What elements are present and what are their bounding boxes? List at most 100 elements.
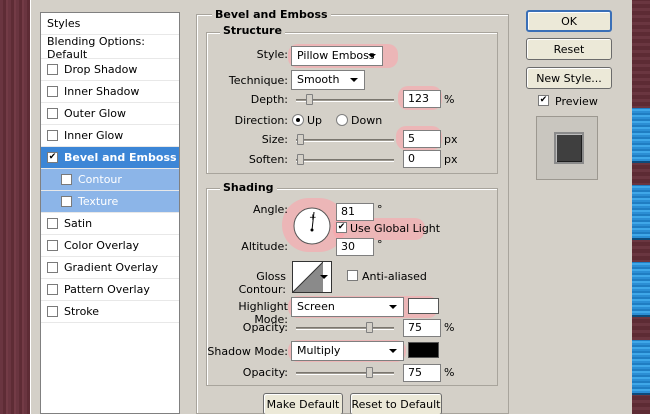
shadow-opacity-label: Opacity: [242,366,288,379]
anti-aliased-label: Anti-aliased [362,270,427,283]
depth-unit: % [444,93,455,106]
ok-button[interactable]: OK [526,10,612,32]
chevron-down-icon [320,275,328,279]
checkbox[interactable] [47,130,58,141]
style-item-pattern-overlay[interactable]: Pattern Overlay [41,279,179,301]
size-input[interactable]: 5 [403,130,441,148]
chevron-down-icon [389,349,397,353]
canvas-strip-2 [632,185,650,240]
chevron-down-icon [389,305,397,309]
depth-label: Depth: [250,93,288,106]
soften-slider[interactable] [296,159,394,162]
angle-input[interactable]: 81 [336,203,374,221]
blending-options-item[interactable]: Blending Options: Default [41,35,179,61]
checkbox[interactable] [47,86,58,97]
shadow-opacity-unit: % [444,366,455,379]
shadow-opacity-input[interactable]: 75 [403,364,441,382]
size-slider[interactable] [296,139,394,142]
new-style-button[interactable]: New Style... [526,67,612,89]
highlight-opacity-input[interactable]: 75 [403,319,441,337]
style-select[interactable]: Pillow Emboss [291,46,383,66]
direction-label: Direction: [234,114,288,127]
highlight-opacity-unit: % [444,321,455,334]
direction-up-radio[interactable] [292,114,304,126]
preview-label: Preview [555,95,598,108]
soften-label: Soften: [248,153,288,166]
checkbox[interactable] [61,174,72,185]
shadow-mode-label: Shadow Mode: [207,345,288,358]
soften-slider-thumb[interactable] [297,154,304,165]
shadow-mode-select[interactable]: Multiply [291,341,404,361]
gloss-contour-label: Gloss Contour: [238,270,286,296]
size-label: Size: [261,133,288,146]
styles-list: Styles Blending Options: Default Drop Sh… [40,12,180,414]
checkbox[interactable] [47,284,58,295]
chevron-down-icon [350,78,358,82]
reset-button[interactable]: Reset [526,38,612,60]
altitude-unit: ° [377,238,383,251]
reset-to-default-button[interactable]: Reset to Default [350,393,442,414]
checkbox[interactable] [47,306,58,317]
contour-icon [293,262,323,292]
make-default-button[interactable]: Make Default [263,393,343,414]
canvas-strip-4 [632,340,650,395]
shading-title: Shading [220,181,277,194]
highlight-mode-select[interactable]: Screen [291,297,404,317]
style-item-drop-shadow[interactable]: Drop Shadow [41,59,179,81]
angle-label: Angle: [252,203,288,216]
checkbox-checked[interactable]: ✔ [47,152,58,163]
technique-select[interactable]: Smooth [291,70,365,90]
style-item-bevel-emboss[interactable]: ✔ Bevel and Emboss [41,147,179,169]
gloss-contour-picker[interactable] [292,261,332,293]
style-item-inner-shadow[interactable]: Inner Shadow [41,81,179,103]
style-item-inner-glow[interactable]: Inner Glow [41,125,179,147]
altitude-label: Altitude: [241,240,288,253]
soften-input[interactable]: 0 [403,150,441,168]
global-light-checkbox[interactable]: ✔ [336,222,347,233]
canvas-strip-1 [632,108,650,163]
size-slider-thumb[interactable] [297,134,304,145]
checkbox[interactable] [47,64,58,75]
style-label: Style: [256,48,288,61]
canvas-strip-3 [632,262,650,317]
shadow-opacity-slider[interactable] [296,372,394,375]
styles-header[interactable]: Styles [41,13,179,35]
style-item-contour[interactable]: Contour [41,169,179,191]
angle-dial[interactable]: + [292,206,332,246]
bevel-emboss-title: Bevel and Emboss [212,8,331,21]
highlight-color-swatch[interactable] [408,298,439,314]
technique-label: Technique: [228,74,288,87]
angle-unit: ° [377,203,383,216]
background-left [0,0,30,414]
soften-unit: px [444,153,458,166]
checkbox[interactable] [47,262,58,273]
direction-down-label: Down [351,114,383,127]
altitude-input[interactable]: 30 [336,238,374,256]
shadow-color-swatch[interactable] [408,342,439,358]
highlight-opacity-label: Opacity: [242,321,288,334]
chevron-down-icon [368,54,376,58]
shadow-opacity-thumb[interactable] [366,367,373,378]
style-item-stroke[interactable]: Stroke [41,301,179,323]
size-unit: px [444,133,458,146]
anti-aliased-checkbox[interactable] [347,270,358,281]
direction-down-radio[interactable] [336,114,348,126]
highlight-opacity-thumb[interactable] [366,322,373,333]
preview-swatch [554,132,584,164]
style-item-gradient-overlay[interactable]: Gradient Overlay [41,257,179,279]
style-preview [536,116,598,180]
style-item-outer-glow[interactable]: Outer Glow [41,103,179,125]
checkbox[interactable] [47,240,58,251]
checkbox[interactable] [61,196,72,207]
global-light-label: Use Global Light [350,222,441,235]
style-item-satin[interactable]: Satin [41,213,179,235]
depth-slider-thumb[interactable] [306,94,313,105]
style-item-texture[interactable]: Texture [41,191,179,213]
depth-input[interactable]: 123 [403,90,441,108]
checkbox[interactable] [47,218,58,229]
preview-checkbox[interactable]: ✔ [538,95,549,106]
highlight-opacity-slider[interactable] [296,327,394,330]
svg-text:+: + [309,213,317,223]
style-item-color-overlay[interactable]: Color Overlay [41,235,179,257]
checkbox[interactable] [47,108,58,119]
